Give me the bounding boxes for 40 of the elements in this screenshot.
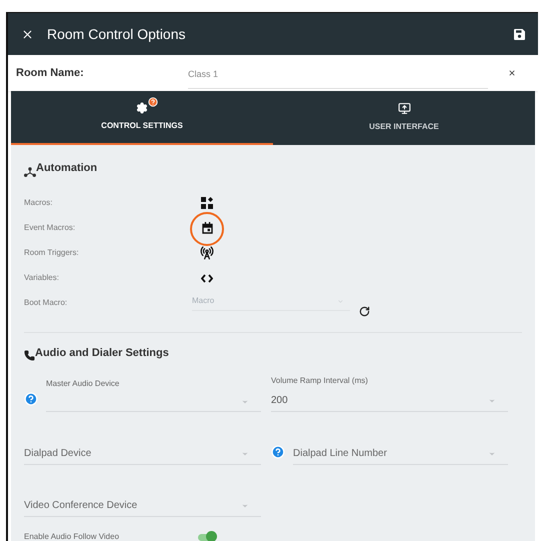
field-placeholder: Dialpad Device: [24, 447, 92, 461]
toggle-label: Enable Audio Follow Video: [24, 531, 120, 541]
field-placeholder: Dialpad Line Number: [293, 447, 387, 461]
select-field[interactable]: Dialpad Device: [24, 446, 261, 465]
code-icon[interactable]: [201, 274, 213, 282]
setting-label: Room Triggers:: [24, 247, 80, 259]
tab[interactable]: USER INTERFACE: [273, 91, 535, 145]
field-value: 200: [271, 394, 288, 408]
field-label: Volume Ramp Interval (ms): [271, 375, 369, 387]
field-label: Master Audio Device: [46, 378, 120, 390]
select-field[interactable]: Dialpad Line Number: [293, 446, 508, 465]
select-field[interactable]: Master Audio Device: [46, 378, 261, 412]
section-title: Audio and Dialer Settings: [35, 346, 169, 360]
setting-label: Macros:: [24, 197, 54, 209]
tab[interactable]: CONTROL SETTINGS: [11, 91, 273, 145]
save-icon[interactable]: [514, 28, 525, 40]
dropdown-caret-icon: [241, 398, 249, 406]
dropdown-caret-icon: [337, 298, 344, 304]
calendar-icon[interactable]: [202, 222, 212, 234]
window-title: Room Control Options: [47, 24, 186, 44]
field-placeholder: Video Conference Device: [24, 499, 138, 513]
setting-label: Variables:: [24, 272, 60, 284]
refresh-icon[interactable]: [359, 306, 370, 317]
close-icon[interactable]: [21, 28, 34, 40]
room-name-field[interactable]: Class 1: [188, 61, 488, 89]
select-field[interactable]: Video Conference Device: [24, 498, 261, 517]
room-name-label: Room Name:: [16, 66, 85, 81]
gear-icon: [136, 102, 148, 114]
antenna-icon[interactable]: [200, 246, 214, 260]
hub-icon: [24, 166, 36, 176]
phone-icon: [24, 350, 35, 361]
setting-label: Boot Macro:: [24, 297, 68, 309]
select-field[interactable]: Volume Ramp Interval (ms) 200: [271, 375, 508, 412]
widgets-icon[interactable]: [201, 197, 213, 209]
setting-label: Event Macros:: [24, 222, 76, 234]
help-icon[interactable]: [148, 97, 158, 107]
screen-icon: [398, 102, 410, 114]
section-title: Automation: [36, 161, 98, 176]
toggle-switch[interactable]: [198, 534, 216, 540]
clear-icon[interactable]: [508, 69, 516, 77]
